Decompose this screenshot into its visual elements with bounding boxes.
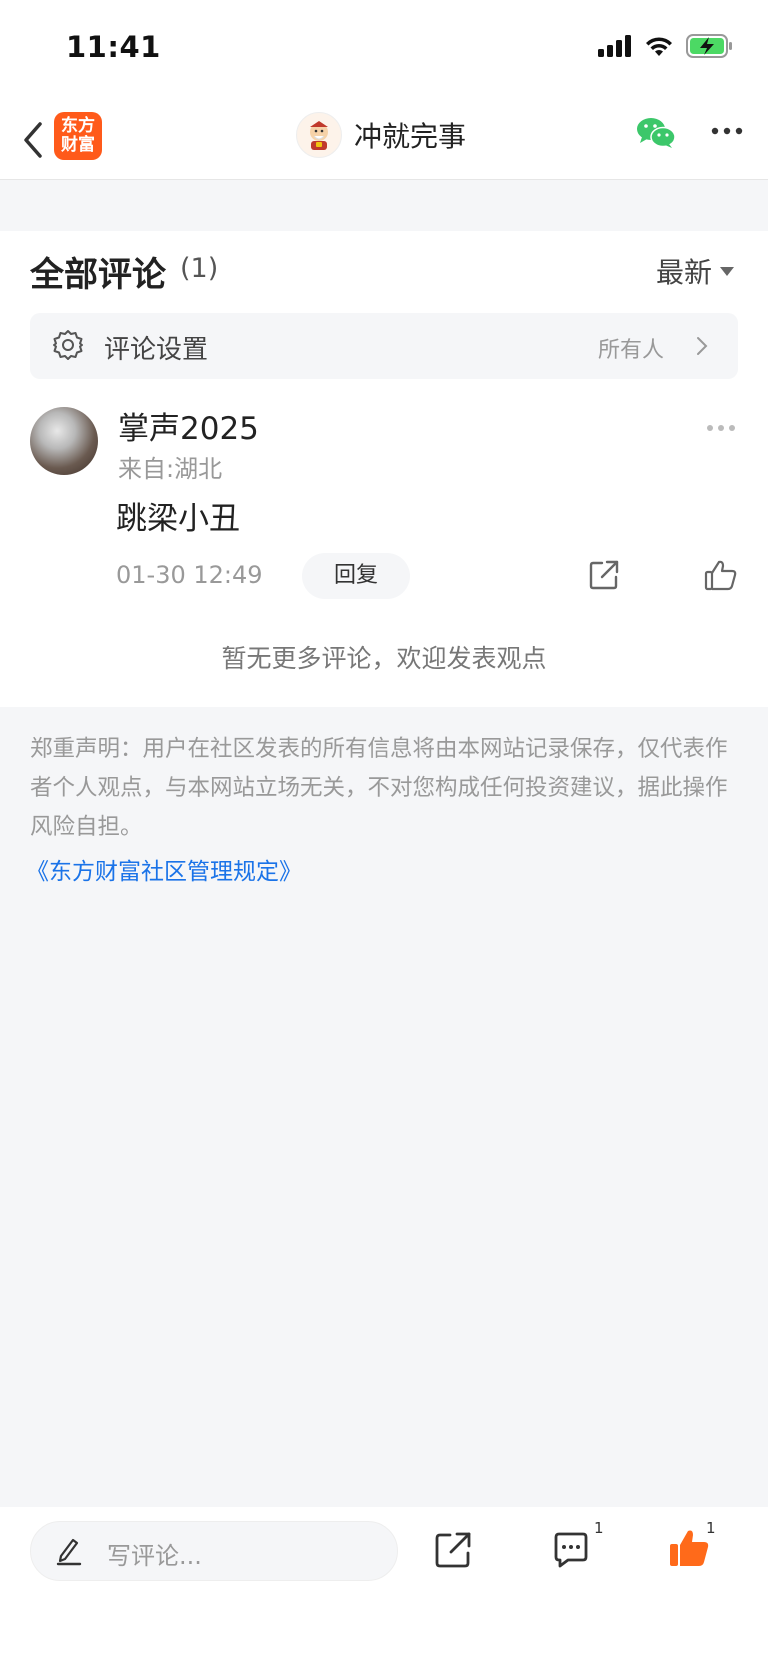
like-count-badge: 1 bbox=[706, 1519, 716, 1537]
more-options-icon[interactable] bbox=[710, 126, 744, 136]
logo-line-2: 财富 bbox=[61, 135, 95, 155]
write-comment-input[interactable]: 写评论... bbox=[30, 1521, 398, 1581]
status-bar: 11:41 bbox=[0, 0, 768, 100]
comment-location: 来自:湖北 bbox=[118, 455, 223, 483]
pencil-icon bbox=[56, 1538, 82, 1566]
bottom-share-icon[interactable] bbox=[434, 1531, 472, 1569]
no-more-comments: 暂无更多评论，欢迎发表观点 bbox=[221, 644, 547, 673]
comment-settings-row[interactable]: 评论设置 所有人 bbox=[30, 313, 738, 379]
comment-count-badge: 1 bbox=[594, 1519, 604, 1537]
bottom-action-bar: 写评论... 1 1 bbox=[0, 1507, 768, 1663]
comment-text: 跳梁小丑 bbox=[116, 501, 240, 537]
app-logo[interactable]: 东方 财富 bbox=[54, 112, 102, 160]
sort-dropdown[interactable]: 最新 bbox=[656, 251, 734, 291]
avatar[interactable] bbox=[30, 407, 98, 475]
bottom-comment-icon[interactable] bbox=[552, 1531, 590, 1569]
stock-header[interactable]: 冲就完事 bbox=[296, 112, 466, 158]
comments-section: 全部评论 (1) 最新 评论设置 所有人 掌声2025 来自:湖北 跳梁小丑 0… bbox=[0, 231, 768, 707]
comment-more-icon[interactable] bbox=[706, 423, 736, 433]
nav-bar: 东方 财富 冲就完事 bbox=[0, 100, 768, 180]
comments-count: (1) bbox=[180, 253, 219, 284]
comment-time: 01-30 12:49 bbox=[116, 561, 263, 589]
section-divider bbox=[0, 209, 768, 231]
logo-line-1: 东方 bbox=[61, 116, 95, 136]
caret-down-icon bbox=[720, 266, 734, 276]
thumbs-up-icon[interactable] bbox=[704, 559, 738, 591]
comment-username[interactable]: 掌声2025 bbox=[118, 403, 259, 448]
share-icon[interactable] bbox=[588, 559, 620, 591]
stock-avatar bbox=[296, 112, 342, 158]
input-placeholder: 写评论... bbox=[107, 1542, 202, 1570]
settings-value: 所有人 bbox=[597, 338, 664, 363]
reply-button[interactable]: 回复 bbox=[302, 553, 410, 599]
stock-title: 冲就完事 bbox=[354, 120, 467, 153]
disclaimer-text: 郑重声明：用户在社区发表的所有信息将由本网站记录保存，仅代表作者个人观点，与本网… bbox=[30, 736, 728, 840]
wifi-icon bbox=[646, 37, 672, 56]
comments-title: 全部评论 bbox=[30, 255, 166, 295]
bottom-like-icon[interactable] bbox=[668, 1527, 710, 1569]
status-time: 11:41 bbox=[66, 30, 161, 64]
settings-label: 评论设置 bbox=[104, 335, 209, 365]
sort-label: 最新 bbox=[655, 256, 712, 289]
chevron-right-icon bbox=[697, 337, 708, 355]
fortune-god-icon bbox=[310, 121, 328, 150]
cellular-signal-icon bbox=[598, 35, 631, 57]
status-icons bbox=[598, 34, 734, 58]
community-rules-link[interactable]: 《东方财富社区管理规定》 bbox=[26, 852, 302, 886]
battery-charging-icon bbox=[686, 34, 732, 58]
wechat-share-icon[interactable] bbox=[636, 116, 676, 150]
back-chevron-icon[interactable] bbox=[18, 118, 48, 162]
gear-icon bbox=[53, 330, 83, 360]
